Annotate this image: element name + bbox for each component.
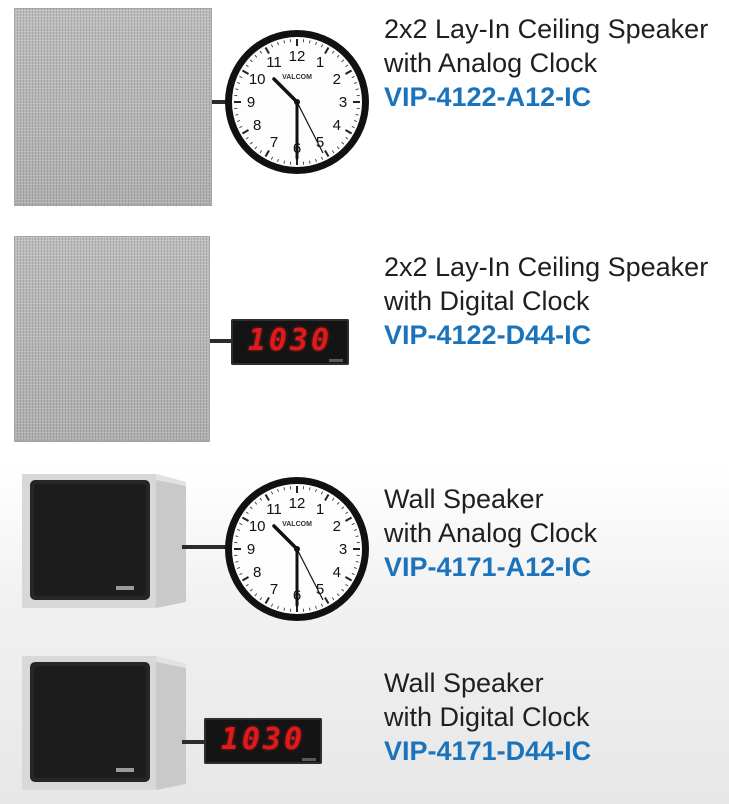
clock-numeral: 10 <box>249 71 266 88</box>
product-title: 2x2 Lay-In Ceiling Speaker <box>384 14 709 44</box>
product-text: Wall Speaker with Analog Clock VIP-4171-… <box>384 482 597 584</box>
product-ceiling-analog: 121234567891011 VALCOM 2x2 Lay-In Ceilin… <box>0 0 729 210</box>
clock-numeral: 1 <box>316 54 324 71</box>
wall-speaker-image <box>22 656 186 790</box>
clock-logo-mark <box>302 758 316 761</box>
wall-speaker-image <box>22 474 186 608</box>
digital-clock-display: 1030 <box>220 722 306 757</box>
clock-numeral: 7 <box>270 134 278 151</box>
clock-numeral: 11 <box>266 501 282 518</box>
clock-numeral: 4 <box>333 117 341 134</box>
digital-clock-image: 1030 <box>231 319 349 365</box>
product-model-number: VIP-4122-D44-IC <box>384 320 592 350</box>
product-wall-digital: 1030 Wall Speaker with Digital Clock VIP… <box>0 640 729 804</box>
product-text: Wall Speaker with Digital Clock VIP-4171… <box>384 666 591 768</box>
clock-numeral: 3 <box>339 541 347 558</box>
product-subtitle: with Digital Clock <box>384 286 590 316</box>
clock-connector <box>210 339 232 343</box>
clock-numeral: 2 <box>333 518 341 535</box>
clock-numeral: 4 <box>333 564 341 581</box>
product-title: Wall Speaker <box>384 484 544 514</box>
product-title: 2x2 Lay-In Ceiling Speaker <box>384 252 709 282</box>
clock-numeral: 9 <box>247 94 255 111</box>
clock-numeral: 8 <box>253 564 261 581</box>
product-subtitle: with Analog Clock <box>384 48 598 78</box>
product-subtitle: with Digital Clock <box>384 702 590 732</box>
clock-connector <box>182 740 206 744</box>
clock-brand-label: VALCOM <box>282 74 312 81</box>
clock-numeral: 7 <box>270 581 278 598</box>
product-text: 2x2 Lay-In Ceiling Speaker with Analog C… <box>384 12 708 114</box>
product-title: Wall Speaker <box>384 668 544 698</box>
analog-clock-image: 121234567891011 VALCOM <box>225 30 369 174</box>
product-model-number: VIP-4122-A12-IC <box>384 82 592 112</box>
clock-numeral: 8 <box>253 117 261 134</box>
clock-numeral: 2 <box>333 71 341 88</box>
clock-brand-label: VALCOM <box>282 521 312 528</box>
product-model-number: VIP-4171-D44-IC <box>384 736 592 766</box>
clock-numeral: 10 <box>249 518 266 535</box>
ceiling-speaker-image <box>14 236 210 442</box>
product-ceiling-digital: 1030 2x2 Lay-In Ceiling Speaker with Dig… <box>0 226 729 446</box>
ceiling-speaker-image <box>14 8 212 206</box>
clock-numeral: 11 <box>266 54 282 71</box>
clock-logo-mark <box>329 359 343 362</box>
analog-clock-image: 121234567891011 VALCOM <box>225 477 369 621</box>
product-text: 2x2 Lay-In Ceiling Speaker with Digital … <box>384 250 708 352</box>
clock-numeral: 1 <box>316 501 324 518</box>
clock-numeral: 3 <box>339 94 347 111</box>
product-wall-analog: 121234567891011 VALCOM Wall Speaker with… <box>0 460 729 630</box>
clock-numeral: 9 <box>247 541 255 558</box>
product-model-number: VIP-4171-A12-IC <box>384 552 592 582</box>
clock-numeral: 12 <box>289 48 306 65</box>
digital-clock-image: 1030 <box>204 718 322 764</box>
product-subtitle: with Analog Clock <box>384 518 598 548</box>
digital-clock-display: 1030 <box>247 323 333 358</box>
clock-numeral: 12 <box>289 495 306 512</box>
